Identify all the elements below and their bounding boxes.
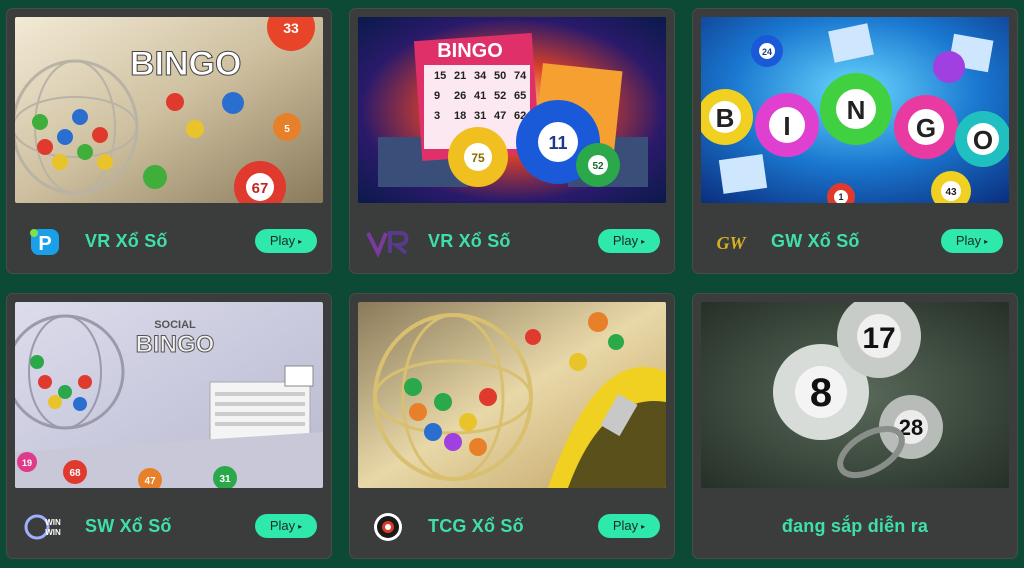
play-label: Play: [269, 518, 296, 533]
svg-text:11: 11: [548, 133, 567, 153]
game-card[interactable]: TCG Xổ Số Play ▸: [349, 293, 675, 559]
game-thumbnail[interactable]: SOCIAL BINGO 68 47 19 31: [15, 302, 323, 488]
svg-text:BINGO: BINGO: [437, 40, 503, 62]
play-arrow-icon: ▸: [298, 522, 303, 531]
play-label: Play: [269, 233, 296, 248]
game-title: SW Xổ Số: [85, 516, 172, 536]
svg-text:67: 67: [252, 180, 269, 197]
play-button[interactable]: Play ▸: [598, 514, 660, 538]
play-label: Play: [612, 518, 639, 533]
svg-text:8: 8: [810, 371, 832, 415]
tcg-logo-icon: [366, 510, 410, 544]
svg-text:24: 24: [762, 47, 772, 57]
svg-text:31: 31: [474, 110, 486, 122]
game-thumbnail[interactable]: BINGO 33 67 5: [15, 17, 323, 203]
game-thumbnail[interactable]: BINGO 15 21 34 50 74 9 26 41 52 65 3 18 31 47 62 11 …: [358, 17, 666, 203]
game-card[interactable]: BINGO 33 67 5 P VR Xổ Số Play ▸: [6, 8, 332, 274]
gw-logo-icon: GW: [709, 225, 753, 259]
game-thumbnail[interactable]: [358, 302, 666, 488]
game-thumbnail: 8 17 28: [701, 302, 1009, 488]
game-card-coming-soon: 8 17 28 đang sắp diễn ra: [692, 293, 1018, 559]
svg-text:33: 33: [283, 20, 299, 36]
game-card[interactable]: SOCIAL BINGO 68 47 19 31 WIN WIN SW Xổ Số…: [6, 293, 332, 559]
game-title: VR Xổ Số: [85, 231, 168, 251]
svg-text:N: N: [847, 95, 866, 125]
svg-text:15: 15: [434, 70, 446, 82]
svg-text:5: 5: [284, 124, 290, 135]
game-title: TCG Xổ Số: [428, 516, 524, 536]
svg-text:18: 18: [454, 110, 466, 122]
thumb-bingo-text: BINGO: [130, 45, 241, 83]
svg-text:SOCIAL: SOCIAL: [154, 319, 196, 331]
p-provider-logo-icon: P: [23, 225, 67, 259]
svg-text:WIN: WIN: [45, 528, 61, 537]
svg-text:3: 3: [434, 110, 440, 122]
play-label: Play: [955, 233, 982, 248]
svg-text:21: 21: [454, 70, 466, 82]
svg-text:O: O: [973, 125, 993, 155]
game-title: GW Xổ Số: [771, 231, 860, 251]
play-arrow-icon: ▸: [984, 237, 989, 246]
svg-text:65: 65: [514, 90, 526, 102]
game-thumbnail[interactable]: 24 B I N G O 43 1: [701, 17, 1009, 203]
svg-text:GW: GW: [716, 233, 747, 253]
play-button[interactable]: Play ▸: [598, 229, 660, 253]
svg-text:68: 68: [69, 468, 81, 479]
play-arrow-icon: ▸: [641, 237, 646, 246]
svg-text:34: 34: [474, 70, 487, 82]
svg-text:P: P: [38, 233, 51, 255]
play-button[interactable]: Play ▸: [255, 514, 317, 538]
svg-text:WIN: WIN: [45, 518, 61, 527]
play-button[interactable]: Play ▸: [255, 229, 317, 253]
svg-text:1: 1: [838, 192, 843, 202]
svg-text:47: 47: [494, 110, 506, 122]
winwin-logo-icon: WIN WIN: [23, 510, 67, 544]
game-card[interactable]: BINGO 15 21 34 50 74 9 26 41 52 65 3 18 31 47 62 11 …: [349, 8, 675, 274]
game-card[interactable]: 24 B I N G O 43 1 GW GW Xổ Số Play ▸: [692, 8, 1018, 274]
svg-text:9: 9: [434, 90, 440, 102]
svg-text:43: 43: [945, 187, 957, 198]
svg-text:47: 47: [144, 476, 156, 487]
play-button[interactable]: Play ▸: [941, 229, 1003, 253]
vr-logo-icon: [366, 225, 410, 259]
svg-text:50: 50: [494, 70, 506, 82]
svg-text:52: 52: [494, 90, 506, 102]
svg-text:75: 75: [471, 151, 485, 165]
play-label: Play: [612, 233, 639, 248]
svg-text:19: 19: [22, 458, 32, 468]
svg-text:41: 41: [474, 90, 486, 102]
play-arrow-icon: ▸: [641, 522, 646, 531]
svg-text:I: I: [783, 111, 790, 141]
svg-text:52: 52: [592, 161, 604, 172]
svg-text:31: 31: [219, 474, 231, 485]
svg-text:G: G: [916, 113, 936, 143]
play-arrow-icon: ▸: [298, 237, 303, 246]
svg-text:26: 26: [454, 90, 466, 102]
game-title: VR Xổ Số: [428, 231, 511, 251]
svg-text:74: 74: [514, 70, 527, 82]
svg-text:B: B: [716, 103, 735, 133]
svg-text:17: 17: [862, 322, 895, 355]
coming-soon-label: đang sắp diễn ra: [781, 516, 929, 536]
svg-text:BINGO: BINGO: [136, 331, 215, 358]
